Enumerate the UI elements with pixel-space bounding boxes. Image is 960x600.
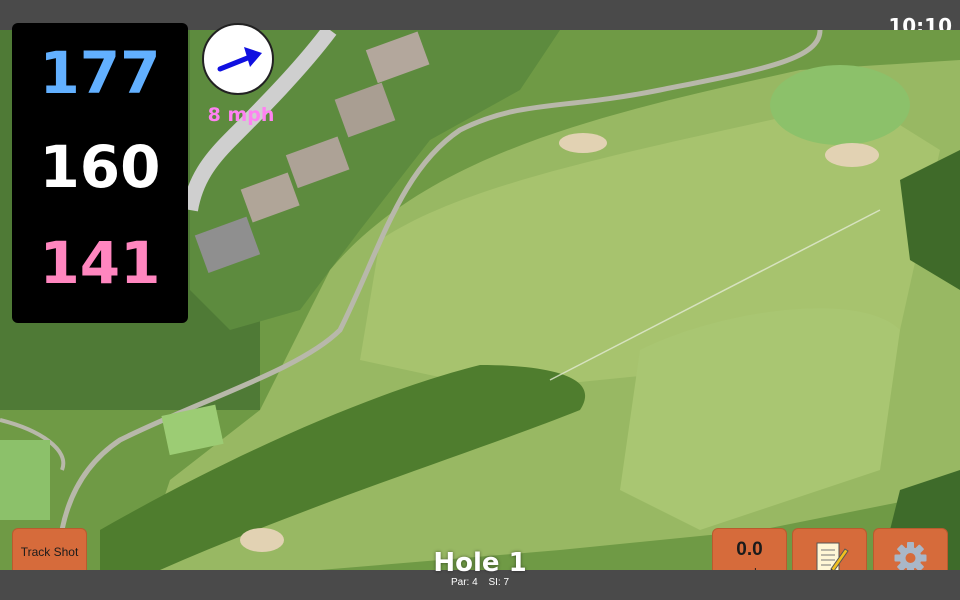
- hole-title: Hole 1: [433, 548, 527, 578]
- wind-indicator[interactable]: [202, 23, 274, 95]
- distance-front: 141: [39, 229, 161, 297]
- wind-speed-label: 8 mph: [207, 104, 275, 126]
- hole-stroke-index: SI: 7: [488, 577, 510, 588]
- arrow-right-up-icon: [217, 47, 262, 72]
- speed-value: 0.0: [736, 539, 763, 560]
- distance-panel: 177 160 141: [12, 23, 188, 323]
- distance-center: 160: [39, 133, 161, 201]
- hole-info: Par: 4 SI: 7: [400, 577, 560, 588]
- hole-par: Par: 4: [450, 577, 478, 588]
- distance-back: 177: [39, 39, 161, 107]
